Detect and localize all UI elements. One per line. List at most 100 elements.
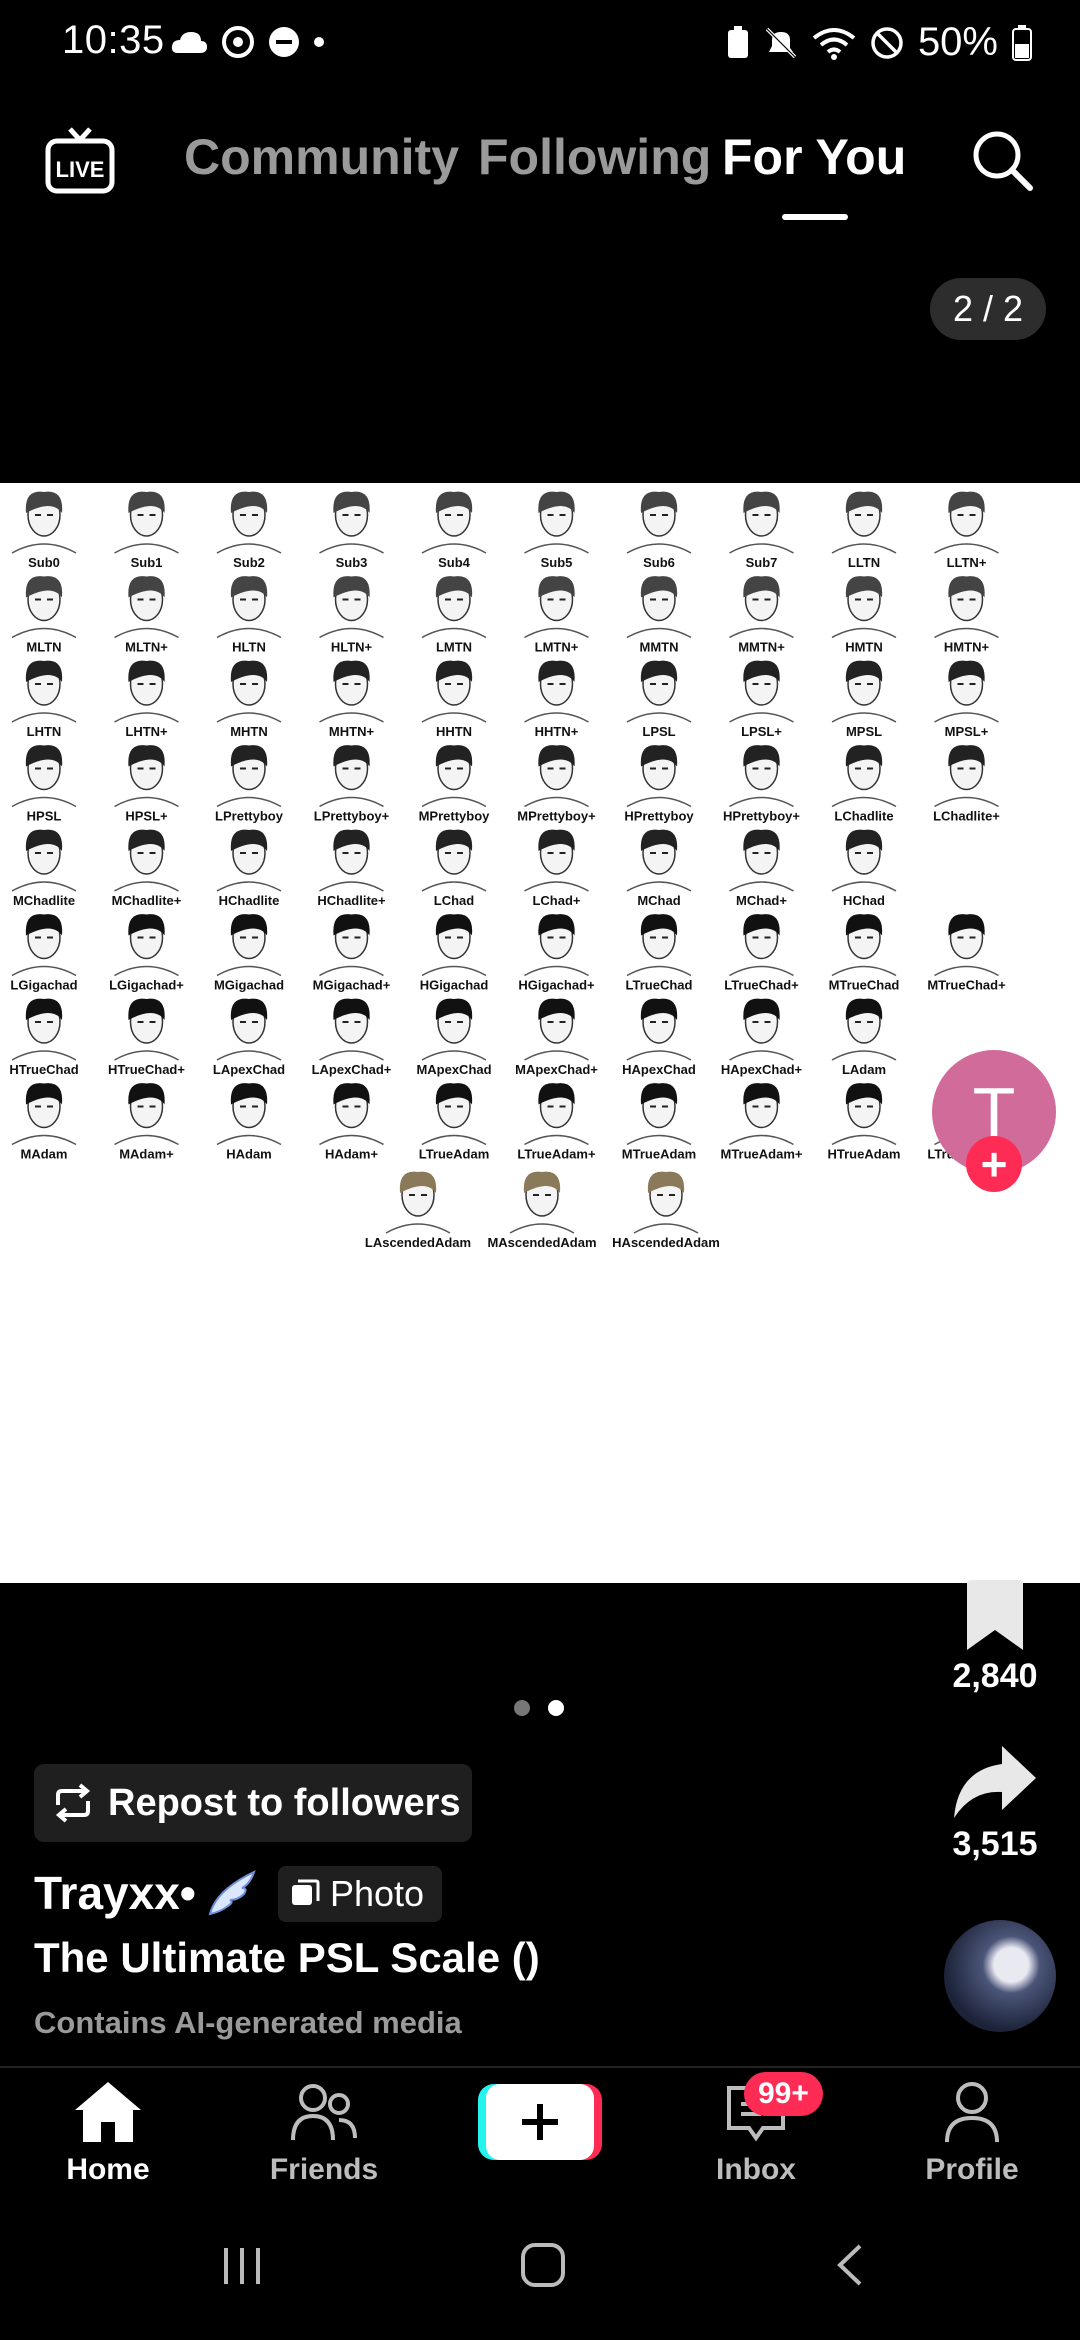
save-action[interactable]: 2,840 xyxy=(920,1580,1070,1696)
comment-icon xyxy=(954,1408,1036,1484)
share-count: 3,515 xyxy=(952,1825,1038,1863)
face-portrait xyxy=(319,660,384,723)
save-count: 2,840 xyxy=(952,1657,1038,1695)
face-portrait xyxy=(216,1083,282,1146)
scale-tier-label: MChad xyxy=(637,893,680,908)
face-portrait xyxy=(11,745,77,808)
carousel-dot-1[interactable] xyxy=(514,1700,530,1716)
tab-following[interactable]: Following xyxy=(478,128,711,186)
face-portrait xyxy=(626,914,692,977)
scale-tier-label: HApexChad xyxy=(622,1062,696,1077)
face-portrait xyxy=(729,745,794,808)
comment-count: 277 xyxy=(966,1493,1024,1531)
battery-saver-icon xyxy=(727,25,748,58)
live-icon[interactable]: LIVE xyxy=(44,125,116,197)
chrome-icon xyxy=(222,26,254,58)
status-left-icons xyxy=(170,26,324,58)
face-portrait xyxy=(934,660,999,723)
carousel-dot-2[interactable] xyxy=(548,1700,564,1716)
no-signal-icon xyxy=(871,26,903,59)
nav-profile[interactable]: Profile xyxy=(892,2080,1052,2187)
like-count: 9,428 xyxy=(952,1329,1038,1367)
face-portrait xyxy=(934,745,999,808)
face-portrait xyxy=(831,745,897,808)
share-action[interactable]: 3,515 xyxy=(920,1744,1070,1864)
photo-icon xyxy=(292,1879,320,1905)
scale-tier-label: HMTN+ xyxy=(944,640,990,655)
ai-generated-notice: Contains AI-generated media xyxy=(34,2005,462,2040)
scale-tier-label: MApexChad+ xyxy=(515,1062,598,1077)
tab-community[interactable]: Community xyxy=(184,128,459,186)
author-row[interactable]: Trayxx• xyxy=(34,1866,258,1920)
home-system-button[interactable] xyxy=(518,2240,568,2290)
face-portrait xyxy=(11,576,77,639)
recents-button[interactable] xyxy=(218,2240,268,2290)
scale-tier-label: LHTN xyxy=(27,724,62,739)
scale-tier-label: LChadlite+ xyxy=(933,809,1000,824)
scale-tier-label: MGigachad xyxy=(214,978,284,993)
face-portrait xyxy=(729,576,794,639)
tab-for-you[interactable]: For You xyxy=(722,128,906,186)
photo-badge: Photo xyxy=(278,1866,443,1922)
face-portrait xyxy=(524,576,589,639)
dnd-icon xyxy=(269,27,299,57)
inbox-badge: 99+ xyxy=(744,2072,823,2116)
repost-label: Repost to followers xyxy=(108,1781,461,1824)
scale-tier-label: HChadlite+ xyxy=(317,893,386,908)
scale-tier-label: Sub4 xyxy=(438,555,471,570)
scale-tier-label: HLTN xyxy=(232,640,266,655)
scale-tier-label: LApexChad+ xyxy=(312,1062,392,1077)
wing-icon xyxy=(208,1870,256,1916)
face-portrait xyxy=(831,829,897,892)
face-portrait xyxy=(626,1083,692,1146)
face-portrait xyxy=(831,576,897,639)
scale-tier-label: HGigachad+ xyxy=(518,978,595,993)
scale-tier-label: MPSL+ xyxy=(945,724,989,739)
scale-tier-label: LGigachad+ xyxy=(109,978,184,993)
face-portrait xyxy=(11,491,77,554)
scale-tier-label: MPrettyboy+ xyxy=(517,809,596,824)
status-bar: 10:35 50% xyxy=(0,0,1080,90)
scale-tier-label: HPrettyboy xyxy=(624,809,694,824)
nav-home[interactable]: Home xyxy=(28,2080,188,2187)
comment-action[interactable]: 277 xyxy=(920,1404,1070,1532)
face-portrait xyxy=(934,491,999,554)
profile-icon xyxy=(945,2082,999,2143)
face-portrait xyxy=(524,491,589,554)
scale-tier-label: LLTN+ xyxy=(947,555,987,570)
notification-dot xyxy=(314,37,324,47)
face-portrait xyxy=(114,1083,179,1146)
face-portrait xyxy=(509,1171,575,1234)
post-caption[interactable]: The Ultimate PSL Scale () xyxy=(34,1934,540,1982)
scale-tier-label: Sub0 xyxy=(28,555,60,570)
scale-tier-label: HApexChad+ xyxy=(721,1062,803,1077)
face-portrait xyxy=(626,491,692,554)
face-portrait xyxy=(626,998,692,1061)
repost-button[interactable]: Repost to followers xyxy=(34,1764,472,1842)
nav-friends[interactable]: Friends xyxy=(244,2080,404,2187)
face-portrait xyxy=(11,1083,77,1146)
psl-scale-image[interactable]: Sub0 Sub1 Sub2 Sub3 Sub4 Sub5 Sub6 Sub7 LLTN LLTN… xyxy=(0,483,1080,1583)
back-button[interactable] xyxy=(826,2240,876,2290)
scale-tier-label: LPrettyboy+ xyxy=(314,809,390,824)
follow-button[interactable]: + xyxy=(966,1136,1022,1192)
face-portrait xyxy=(216,829,282,892)
search-icon[interactable] xyxy=(970,128,1034,192)
face-portrait xyxy=(831,660,897,723)
author-name[interactable]: Trayxx• xyxy=(34,1866,196,1920)
scale-tier-label: HHTN xyxy=(436,724,472,739)
like-action[interactable]: 9,428 xyxy=(920,1240,1070,1368)
face-portrait xyxy=(114,660,179,723)
scale-tier-label: HChad xyxy=(843,893,885,908)
scale-tier-label: LChad xyxy=(434,893,475,908)
scale-tier-label: Sub6 xyxy=(643,555,675,570)
music-disc[interactable] xyxy=(944,1920,1056,2032)
face-portrait xyxy=(216,745,282,808)
face-portrait xyxy=(934,914,999,977)
face-portrait xyxy=(216,491,282,554)
scale-tier-label: MPSL xyxy=(846,724,882,739)
nav-friends-label: Friends xyxy=(269,2153,379,2186)
scale-tier-label: HGigachad xyxy=(420,978,489,993)
create-button[interactable] xyxy=(478,2082,602,2162)
face-portrait xyxy=(319,491,384,554)
